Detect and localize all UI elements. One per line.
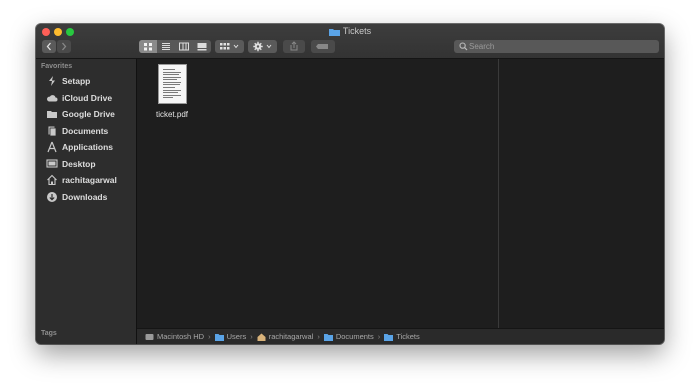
sidebar-item-desktop[interactable]: Desktop [36, 157, 136, 172]
gallery-view-button[interactable] [193, 40, 211, 53]
column-divider[interactable] [498, 59, 499, 328]
search-input[interactable] [469, 40, 654, 53]
search-field[interactable] [454, 40, 659, 53]
folder-icon [323, 333, 333, 341]
download-icon [47, 192, 57, 202]
sidebar-item-documents[interactable]: Documents [36, 124, 136, 139]
path-separator-icon: › [208, 332, 211, 341]
sidebar-item-label: Google Drive [62, 109, 115, 119]
sidebar-item-setapp[interactable]: Setapp [36, 74, 136, 89]
list-view-button[interactable] [157, 40, 175, 53]
path-item-label: Macintosh HD [157, 332, 205, 341]
icon-view-button[interactable] [139, 40, 157, 53]
forward-button[interactable] [57, 40, 71, 53]
home-icon [47, 174, 57, 186]
share-icon [290, 41, 298, 51]
sidebar-item-label: Documents [62, 126, 109, 136]
setapp-icon [49, 76, 55, 86]
path-item-label: rachitagarwal [268, 332, 314, 341]
folder-icon [214, 333, 224, 341]
path-separator-icon: › [250, 332, 253, 341]
back-button[interactable] [42, 40, 56, 53]
title-bar: Tickets [36, 24, 664, 59]
sidebar-item-downloads[interactable]: Downloads [36, 190, 136, 205]
folder-icon [384, 333, 394, 341]
chevron-right-icon [62, 42, 67, 51]
window-title: Tickets [342, 26, 372, 36]
path-bar: Macintosh HD › Users › rachitagarwal › D… [137, 328, 664, 344]
sidebar-item-label: Applications [62, 142, 114, 152]
group-by-button[interactable] [215, 40, 244, 53]
file-browser: ticket.pdf [137, 59, 664, 328]
view-mode-control [139, 40, 211, 53]
search-icon [459, 42, 468, 51]
file-name: ticket.pdf [155, 110, 188, 119]
gear-icon [253, 41, 272, 52]
finder-window: Tickets Search Favorites Setapp iCloud D… [36, 24, 664, 344]
path-item-label: Documents [335, 332, 374, 341]
chevron-left-icon [46, 42, 51, 51]
folder-icon [47, 111, 57, 118]
sidebar-item-google-drive[interactable]: Google Drive [36, 107, 136, 122]
path-item-label: Users [226, 332, 247, 341]
list-icon [162, 43, 170, 50]
sidebar-item-label: Desktop [62, 159, 96, 169]
favorites-heading: Favorites [41, 63, 73, 70]
folder-icon [328, 28, 340, 39]
path-item-macintosh-hd[interactable]: Macintosh HD [145, 332, 204, 341]
sidebar-item-icloud-drive[interactable]: iCloud Drive [36, 91, 136, 106]
path-item-label: Tickets [396, 332, 420, 341]
tag-icon [316, 44, 328, 49]
path-item-documents[interactable]: Documents [323, 332, 374, 341]
hard-drive-icon [145, 333, 154, 340]
applications-icon [47, 141, 57, 153]
sidebar-item-applications[interactable]: Applications [36, 140, 136, 155]
tags-button[interactable] [311, 40, 335, 53]
share-button[interactable] [283, 40, 305, 53]
path-item-tickets[interactable]: Tickets [384, 332, 420, 341]
file-item[interactable]: ticket.pdf [151, 64, 193, 119]
pdf-document-icon [157, 64, 187, 104]
tags-heading: Tags [41, 330, 57, 337]
path-item-users[interactable]: Users [214, 332, 247, 341]
gallery-icon [197, 43, 207, 51]
desktop-icon [46, 159, 58, 168]
sidebar-item-label: iCloud Drive [62, 93, 113, 103]
path-item-home[interactable]: rachitagarwal [257, 332, 314, 341]
sidebar-item-label: Setapp [62, 76, 91, 86]
grid-icon [144, 43, 152, 51]
action-menu-button[interactable] [248, 40, 277, 53]
sidebar-item-label: rachitagarwal [62, 175, 117, 185]
group-grid-icon [220, 43, 239, 50]
window-title-area: Tickets [36, 26, 664, 39]
path-separator-icon: › [317, 332, 320, 341]
documents-icon [48, 126, 57, 137]
column-view-button[interactable] [175, 40, 193, 53]
sidebar-item-home[interactable]: rachitagarwal [36, 173, 136, 188]
home-icon [257, 333, 266, 341]
path-separator-icon: › [377, 332, 381, 341]
sidebar-item-label: Downloads [62, 192, 108, 202]
sidebar: Favorites Setapp iCloud Drive Google Dri… [36, 59, 137, 344]
columns-icon [179, 42, 189, 51]
cloud-icon [47, 95, 58, 102]
